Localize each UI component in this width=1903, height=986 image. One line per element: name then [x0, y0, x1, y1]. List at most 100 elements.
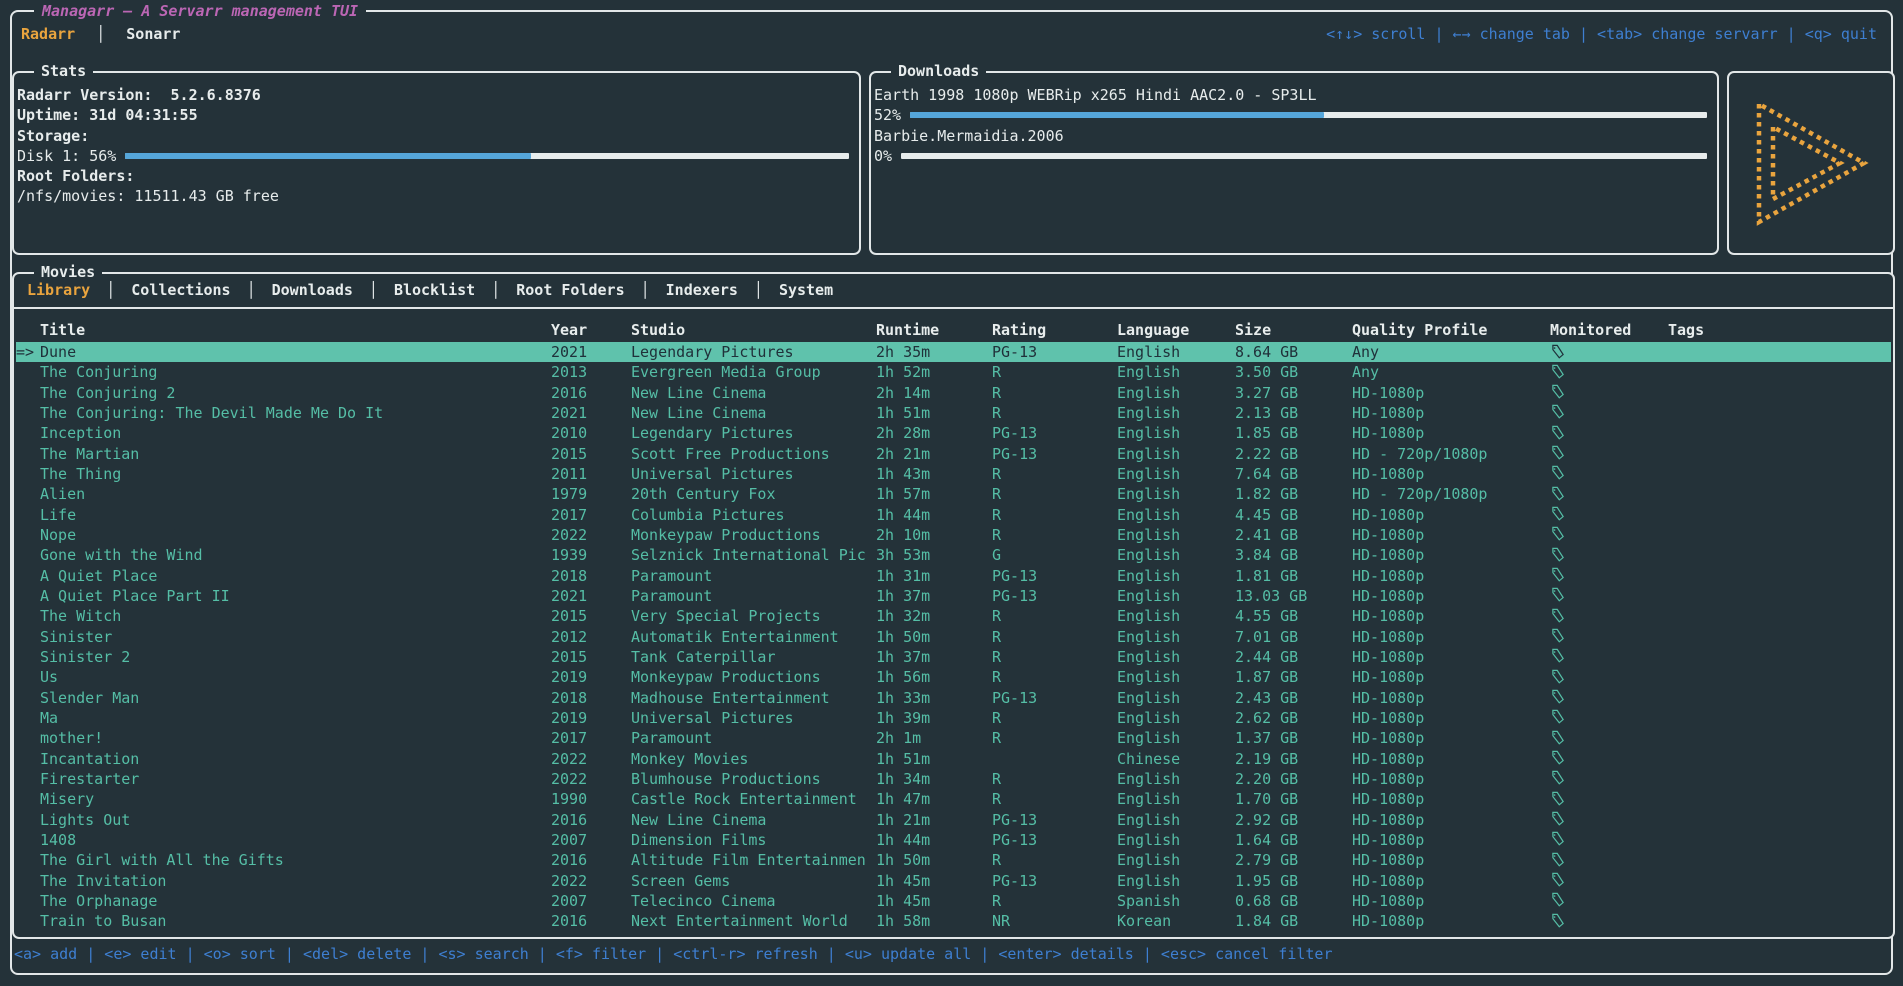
movie-monitored-cell: [1550, 850, 1668, 870]
movie-language: English: [1117, 484, 1235, 504]
movie-row[interactable]: Incantation 2022 Monkey Movies 1h 51m Ch…: [16, 749, 1891, 769]
movie-row[interactable]: Nope 2022 Monkeypaw Productions 2h 10m R…: [16, 525, 1891, 545]
movie-tags: [1668, 444, 1891, 464]
movie-row[interactable]: Life 2017 Columbia Pictures 1h 44m R Eng…: [16, 505, 1891, 525]
tab-blocklist[interactable]: Blocklist: [383, 280, 486, 300]
movie-language: English: [1117, 708, 1235, 728]
movie-row[interactable]: Slender Man 2018 Madhouse Entertainment …: [16, 688, 1891, 708]
selection-prefix: [16, 444, 40, 464]
movie-tags: [1668, 586, 1891, 606]
movie-title: Life: [40, 505, 551, 525]
download-progress-row: 52%: [874, 105, 1711, 125]
movie-tags: [1668, 810, 1891, 830]
movie-quality-profile: HD-1080p: [1352, 606, 1550, 626]
movie-runtime: 1h 32m: [876, 606, 992, 626]
movie-row[interactable]: Train to Busan 2016 Next Entertainment W…: [16, 911, 1891, 931]
movie-row[interactable]: mother! 2017 Paramount 2h 1m R English 1…: [16, 728, 1891, 748]
movie-row[interactable]: Alien 1979 20th Century Fox 1h 57m R Eng…: [16, 484, 1891, 504]
movie-row[interactable]: 1408 2007 Dimension Films 1h 44m PG-13 E…: [16, 830, 1891, 850]
tab-library[interactable]: Library: [16, 280, 101, 300]
movie-runtime: 2h 1m: [876, 728, 992, 748]
movie-title: Us: [40, 667, 551, 687]
movie-size: 13.03 GB: [1235, 586, 1352, 606]
movie-title: Nope: [40, 525, 551, 545]
movie-row[interactable]: The Conjuring 2013 Evergreen Media Group…: [16, 362, 1891, 382]
movie-row[interactable]: Sinister 2012 Automatik Entertainment 1h…: [16, 627, 1891, 647]
movie-studio: Universal Pictures: [631, 464, 876, 484]
movie-tags: [1668, 891, 1891, 911]
movie-row[interactable]: The Thing 2011 Universal Pictures 1h 43m…: [16, 464, 1891, 484]
footer-keybindings: <a> add | <e> edit | <o> sort | <del> de…: [14, 944, 1333, 964]
movie-row[interactable]: The Witch 2015 Very Special Projects 1h …: [16, 606, 1891, 626]
movie-row[interactable]: Ma 2019 Universal Pictures 1h 39m R Engl…: [16, 708, 1891, 728]
tab-separator: │: [636, 280, 655, 300]
col-tags: Tags: [1668, 318, 1891, 342]
movie-size: 0.68 GB: [1235, 891, 1352, 911]
logo-panel: [1727, 71, 1895, 255]
movie-size: 1.81 GB: [1235, 566, 1352, 586]
movie-row[interactable]: Lights Out 2016 New Line Cinema 1h 21m P…: [16, 810, 1891, 830]
selection-prefix: [16, 383, 40, 403]
movie-monitored-cell: [1550, 444, 1668, 464]
movie-row[interactable]: The Martian 2015 Scott Free Productions …: [16, 444, 1891, 464]
movie-size: 7.01 GB: [1235, 627, 1352, 647]
col-monitored: Monitored: [1550, 318, 1668, 342]
monitored-tag-icon: [1550, 344, 1565, 359]
movie-quality-profile: HD - 720p/1080p: [1352, 484, 1550, 504]
tab-system[interactable]: System: [768, 280, 844, 300]
movie-row[interactable]: Misery 1990 Castle Rock Entertainment 1h…: [16, 789, 1891, 809]
movie-monitored-cell: [1550, 728, 1668, 748]
movie-monitored-cell: [1550, 362, 1668, 382]
movie-size: 2.19 GB: [1235, 749, 1352, 769]
tab-indexers[interactable]: Indexers: [655, 280, 749, 300]
movie-studio: Paramount: [631, 566, 876, 586]
movie-row[interactable]: Inception 2010 Legendary Pictures 2h 28m…: [16, 423, 1891, 443]
movie-row[interactable]: The Orphanage 2007 Telecinco Cinema 1h 4…: [16, 891, 1891, 911]
movie-title: Incantation: [40, 749, 551, 769]
selection-prefix: [16, 850, 40, 870]
movie-title: Sinister 2: [40, 647, 551, 667]
movie-row[interactable]: Sinister 2 2015 Tank Caterpillar 1h 37m …: [16, 647, 1891, 667]
movie-language: English: [1117, 647, 1235, 667]
monitored-tag-icon: [1550, 465, 1565, 480]
movie-rating: PG-13: [992, 342, 1117, 362]
movie-language: English: [1117, 423, 1235, 443]
movie-row[interactable]: Us 2019 Monkeypaw Productions 1h 56m R E…: [16, 667, 1891, 687]
movie-runtime: 2h 21m: [876, 444, 992, 464]
movie-title: Alien: [40, 484, 551, 504]
movie-year: 2021: [551, 403, 631, 423]
movie-monitored-cell: [1550, 789, 1668, 809]
movie-studio: Selznick International Pic: [631, 545, 876, 565]
col-language: Language: [1117, 318, 1235, 342]
movie-tags: [1668, 850, 1891, 870]
movie-rating: R: [992, 505, 1117, 525]
movie-language: English: [1117, 525, 1235, 545]
movie-row[interactable]: The Girl with All the Gifts 2016 Altitud…: [16, 850, 1891, 870]
movie-row[interactable]: => Dune 2021 Legendary Pictures 2h 35m P…: [16, 342, 1891, 362]
movie-tags: [1668, 728, 1891, 748]
tab-sonarr[interactable]: Sonarr: [119, 25, 187, 43]
movie-tags: [1668, 342, 1891, 362]
movie-row[interactable]: The Conjuring: The Devil Made Me Do It 2…: [16, 403, 1891, 423]
download-item-name: Earth 1998 1080p WEBRip x265 Hindi AAC2.…: [874, 85, 1711, 105]
selection-prefix: [16, 362, 40, 382]
movie-studio: Scott Free Productions: [631, 444, 876, 464]
movie-row[interactable]: A Quiet Place Part II 2021 Paramount 1h …: [16, 586, 1891, 606]
tab-radarr[interactable]: Radarr: [14, 25, 82, 43]
tab-downloads[interactable]: Downloads: [261, 280, 364, 300]
managarr-play-logo-icon: [1752, 99, 1870, 227]
movie-row[interactable]: Firestarter 2022 Blumhouse Productions 1…: [16, 769, 1891, 789]
stats-uptime-line: Uptime: 31d 04:31:55: [17, 105, 853, 125]
tabs-divider: [14, 307, 1893, 309]
movie-row[interactable]: A Quiet Place 2018 Paramount 1h 31m PG-1…: [16, 566, 1891, 586]
movie-row[interactable]: The Conjuring 2 2016 New Line Cinema 2h …: [16, 383, 1891, 403]
tab-separator: │: [749, 280, 768, 300]
movie-row[interactable]: Gone with the Wind 1939 Selznick Interna…: [16, 545, 1891, 565]
movie-studio: Telecinco Cinema: [631, 891, 876, 911]
movies-panel: Movies Library │ Collections │ Downloads…: [12, 272, 1895, 939]
movie-runtime: 1h 51m: [876, 403, 992, 423]
tab-collections[interactable]: Collections: [120, 280, 241, 300]
monitored-tag-icon: [1550, 628, 1565, 643]
tab-root-folders[interactable]: Root Folders: [505, 280, 635, 300]
movie-row[interactable]: The Invitation 2022 Screen Gems 1h 45m P…: [16, 871, 1891, 891]
